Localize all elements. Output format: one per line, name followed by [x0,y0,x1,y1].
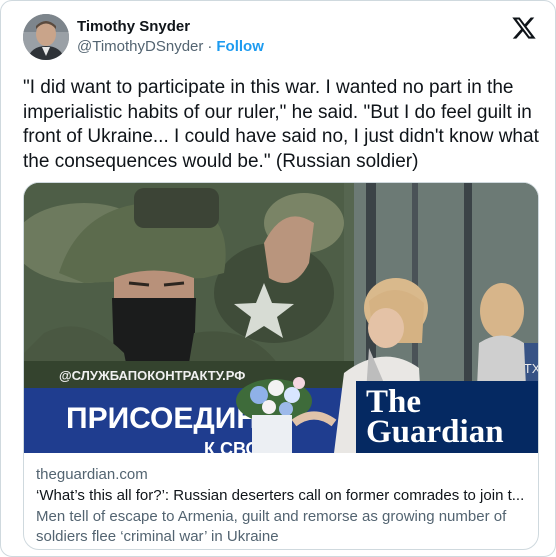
avatar[interactable] [23,14,69,60]
handle-line: @TimothyDSnyder · Follow [77,37,264,57]
separator-dot: · [207,38,213,55]
link-description: Men tell of escape to Armenia, guilt and… [36,508,507,545]
link-card[interactable]: @СЛУЖБАПОКОНТРАКТУ.РФ ПРИСОЕДИНЯ К СВО ф… [23,182,539,550]
billboard-headline-2: К СВО [204,439,260,453]
x-logo-icon[interactable] [511,15,537,41]
billboard-url-text: @СЛУЖБАПОКОНТРАКТУ.РФ [59,368,245,383]
author-row: Timothy Snyder @TimothyDSnyder · Follow [23,13,264,61]
link-card-image[interactable]: @СЛУЖБАПОКОНТРАКТУ.РФ ПРИСОЕДИНЯ К СВО ф… [24,183,538,453]
tweet-text: "I did want to participate in this war. … [23,77,539,172]
follow-button[interactable]: Follow [216,37,264,57]
link-card-meta: theguardian.com ‘What’s this all for?’: … [36,465,530,547]
link-domain[interactable]: theguardian.com [36,465,530,485]
display-name[interactable]: Timothy Snyder [77,17,264,37]
author-info: Timothy Snyder @TimothyDSnyder · Follow [77,17,264,57]
tweet-card: Timothy Snyder @TimothyDSnyder · Follow … [0,0,556,557]
guardian-logo-line1: The [366,384,422,420]
link-title[interactable]: ‘What’s this all for?’: Russian deserter… [36,486,530,506]
guardian-logo: The Guardian [356,381,538,453]
user-handle[interactable]: @TimothyDSnyder [77,37,203,57]
guardian-logo-line2: Guardian [366,414,504,450]
